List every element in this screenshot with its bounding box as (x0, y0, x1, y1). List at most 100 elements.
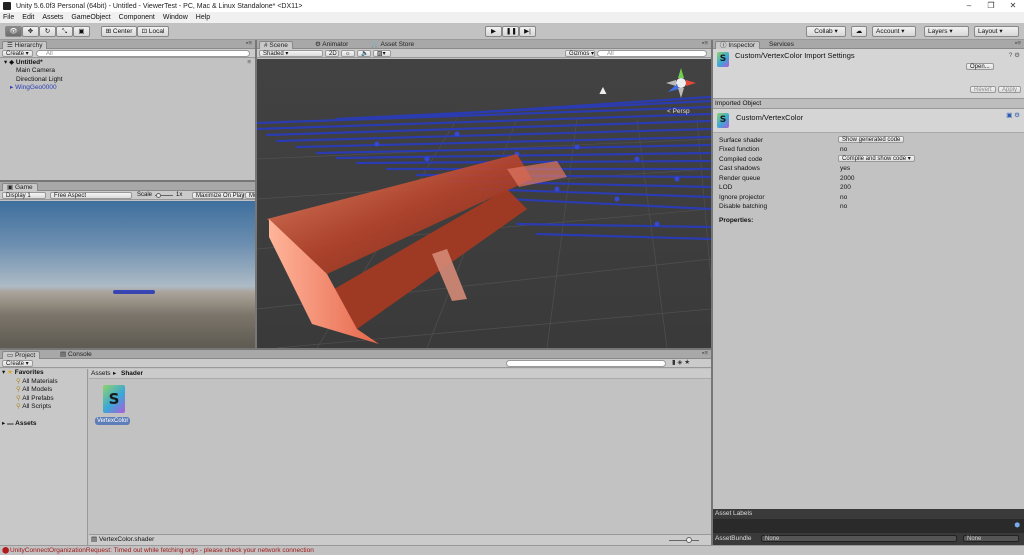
shader-icon: S (717, 113, 729, 128)
breadcrumb-root[interactable]: Assets (91, 370, 111, 378)
tab-animator[interactable]: ⚙ Animator (311, 41, 352, 49)
step-button[interactable]: ▶| (519, 26, 536, 37)
tab-hierarchy[interactable]: ☰ Hierarchy (2, 41, 48, 49)
tab-inspector[interactable]: ⓘ Inspector (715, 41, 761, 49)
gizmos-dropdown[interactable]: Gizmos ▾ (565, 50, 595, 57)
menu-assets[interactable]: Assets (42, 14, 63, 21)
status-bar[interactable]: ⬤ UnityConnectOrganizationRequest: Timed… (0, 545, 1024, 555)
favorites-header[interactable]: ▾ ★ Favorites (2, 369, 44, 377)
prop-value: yes (840, 165, 851, 172)
game-viewport[interactable] (0, 201, 257, 348)
layers-dropdown[interactable]: Layers ▾ (924, 26, 969, 37)
open-button[interactable]: Open... (966, 63, 994, 70)
menu-window[interactable]: Window (163, 14, 188, 21)
collab-dropdown[interactable]: Collab ▾ (806, 26, 846, 37)
object-settings-icon[interactable]: ▣ ⚙ (1006, 112, 1020, 120)
favorite-item[interactable]: ⚲ All Models (16, 386, 52, 394)
prop-key: LOD (719, 184, 733, 191)
scale-slider-handle[interactable] (156, 193, 161, 198)
lighting-icon[interactable]: ☼ (341, 50, 355, 57)
display-dropdown[interactable]: Display 1 (2, 192, 46, 199)
move-tool-button[interactable]: ✥ (22, 26, 39, 37)
prop-key: Compiled code (719, 156, 763, 163)
help-icon[interactable]: ? ⚙ (1009, 52, 1020, 60)
scene-camera-icon: ▲ (597, 83, 609, 97)
audio-icon[interactable]: 🔈 (357, 50, 371, 57)
pivot-center-button[interactable]: ⊞ Center (101, 26, 137, 37)
apply-button[interactable]: Apply (998, 86, 1022, 93)
scene-menu-icon[interactable]: ≡ (247, 59, 251, 67)
project-create-button[interactable]: Create ▾ (2, 360, 33, 367)
aspect-dropdown[interactable]: Free Aspect (50, 192, 132, 199)
search-folder-icon: ⚲ (16, 378, 21, 385)
asset-bundle-dropdown[interactable]: None (761, 535, 957, 542)
effects-icon[interactable]: ▨▾ (373, 50, 391, 57)
panel-menu-icon[interactable]: ▪≡ (702, 350, 708, 358)
play-button[interactable]: ▶ (485, 26, 502, 37)
hierarchy-create-button[interactable]: Create ▾ (2, 50, 33, 57)
hierarchy-search-input[interactable]: All (36, 50, 250, 57)
close-button[interactable]: ✕ (1002, 0, 1024, 12)
tab-scene[interactable]: # Scene (259, 41, 293, 49)
hand-tool-button[interactable]: 👁 (5, 26, 22, 37)
panel-menu-icon[interactable]: ▪≡ (1015, 40, 1021, 48)
icon-size-slider-handle[interactable] (686, 537, 692, 543)
cloud-icon[interactable]: ☁ (851, 26, 867, 37)
menu-gameobject[interactable]: GameObject (71, 14, 110, 21)
scale-tool-button[interactable]: ⤡ (56, 26, 73, 37)
compile-show-code-dropdown[interactable]: Compile and show code ▾ (838, 155, 915, 162)
panel-menu-icon[interactable]: ▪≡ (702, 40, 708, 48)
hierarchy-item[interactable]: Directional Light (16, 76, 63, 84)
tab-console[interactable]: ▤ Console (56, 351, 96, 359)
account-dropdown[interactable]: Account ▾ (872, 26, 916, 37)
tag-icon[interactable]: ⬢ (1014, 522, 1020, 530)
show-generated-code-button[interactable]: Show generated code (838, 136, 905, 143)
tab-project[interactable]: ▭ Project (2, 351, 41, 359)
mode-2d-toggle[interactable]: 2D (325, 50, 339, 57)
hierarchy-item[interactable]: ▸ WingGeo0000 (10, 84, 57, 92)
asset-bundle-row: AssetBundle None None (713, 533, 1024, 545)
scene-viewport[interactable] (257, 59, 711, 348)
asset-label[interactable]: VertexColor (95, 417, 131, 425)
layout-dropdown[interactable]: Layout ▾ (974, 26, 1019, 37)
maximize-on-play-button[interactable]: Maximize On Play (192, 192, 244, 199)
prop-value: no (840, 203, 848, 210)
filter-icons[interactable]: ▮ ◈ ★ (672, 359, 690, 367)
shader-asset-icon[interactable]: S (103, 385, 125, 413)
menu-component[interactable]: Component (119, 14, 155, 21)
menu-help[interactable]: Help (196, 14, 210, 21)
pivot-local-button[interactable]: ⊡ Local (137, 26, 169, 37)
account-label: Account (876, 28, 900, 35)
menu-file[interactable]: File (3, 14, 14, 21)
layers-label: Layers (928, 28, 948, 35)
favorite-item-label: All Materials (22, 378, 58, 385)
favorite-item[interactable]: ⚲ All Materials (16, 378, 58, 386)
project-search-input[interactable] (506, 360, 666, 367)
scene-search-input[interactable]: All (597, 50, 707, 57)
projection-label[interactable]: < Persp (667, 108, 690, 116)
hierarchy-item[interactable]: Main Camera (16, 67, 55, 75)
scene-orientation-gizmo[interactable] (664, 66, 698, 100)
favorite-item[interactable]: ⚲ All Scripts (16, 403, 51, 411)
tab-services[interactable]: Services (765, 41, 798, 49)
icon-size-slider[interactable] (669, 540, 699, 541)
tab-asset-store[interactable]: 🛒 Asset Store (367, 41, 418, 49)
folder-icon: ▭ (7, 352, 15, 359)
game-tab-label: Game (14, 184, 33, 191)
assets-folder[interactable]: ▸ ▬ Assets (2, 420, 36, 428)
shading-mode-dropdown[interactable]: Shaded ▾ (259, 50, 323, 57)
maximize-button[interactable]: ❐ (980, 0, 1002, 12)
pause-button[interactable]: ❚❚ (502, 26, 519, 37)
breadcrumb-current[interactable]: Shader (121, 370, 143, 378)
asset-bundle-variant-dropdown[interactable]: None (963, 535, 1019, 542)
menu-edit[interactable]: Edit (22, 14, 34, 21)
panel-menu-icon[interactable]: ▪≡ (246, 40, 252, 48)
minimize-button[interactable]: – (958, 0, 980, 12)
rotate-tool-button[interactable]: ↻ (39, 26, 56, 37)
tab-game[interactable]: ▣ Game (2, 183, 38, 191)
inspector-tab-label: Inspector (728, 42, 756, 49)
revert-button[interactable]: Revert (970, 86, 996, 93)
favorite-item[interactable]: ⚲ All Prefabs (16, 395, 54, 403)
rect-tool-button[interactable]: ▣ (73, 26, 90, 37)
scene-root[interactable]: ▾ ◆ Untitled* (4, 59, 43, 67)
